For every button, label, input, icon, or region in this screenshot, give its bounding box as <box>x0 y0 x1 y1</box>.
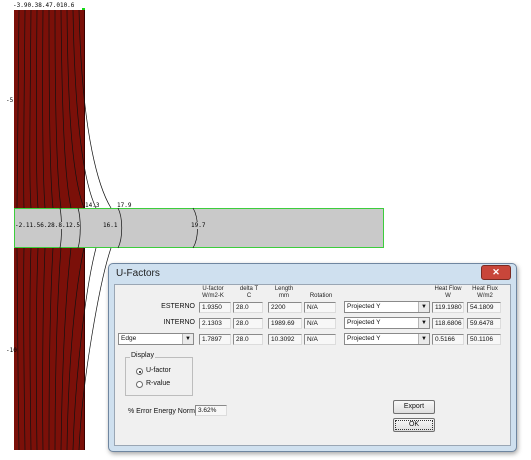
close-button[interactable]: ✕ <box>481 265 511 280</box>
header-rotation: Rotation <box>309 293 333 299</box>
display-group <box>125 357 193 396</box>
chevron-down-icon[interactable]: ▼ <box>418 318 429 328</box>
header-ufactor: U-factor W/m2-K <box>202 286 224 299</box>
length-value: 1989.69 <box>268 318 302 329</box>
slab-isotherm-label-b: 19.7 <box>191 222 206 229</box>
projection-select[interactable]: Projected Y ▼ <box>344 301 430 313</box>
row-label-esterno: ESTERNO <box>161 303 195 310</box>
heat-flow-value: 0.5166 <box>432 334 464 345</box>
header-delta-t: delta TC <box>239 286 259 299</box>
isotherm-label-above-b: 17.9 <box>117 202 132 209</box>
heat-flux-value: 54.1809 <box>467 302 501 313</box>
chevron-down-icon[interactable]: ▼ <box>182 334 193 344</box>
chevron-down-icon[interactable]: ▼ <box>418 302 429 312</box>
isotherm-label-above-a: 14.3 <box>85 202 100 209</box>
projection-value: Projected Y <box>347 303 381 310</box>
header-length: Length mm <box>274 286 294 299</box>
header-heat-flow: Heat Flow W <box>434 286 462 299</box>
error-energy-norm-label: % Error Energy Norm <box>128 408 195 415</box>
projection-select[interactable]: Projected Y ▼ <box>344 333 430 345</box>
edge-tag-value: Edge <box>121 335 137 342</box>
export-button[interactable]: Export <box>393 400 435 414</box>
ok-button[interactable]: OK <box>393 418 435 432</box>
axis-label: -5 <box>6 97 14 104</box>
rotation-value: N/A <box>304 318 336 329</box>
row-label-interno: INTERNO <box>163 319 196 326</box>
axis-label: -10 <box>6 347 17 354</box>
error-energy-norm-value: 3.62% <box>195 405 227 416</box>
close-icon: ✕ <box>492 267 500 277</box>
dialog-client: U-factor W/m2-K delta TC Length mm Rotatio… <box>114 284 511 446</box>
ufactor-value: 1.9350 <box>199 302 231 313</box>
ufactor-radio[interactable] <box>136 368 143 375</box>
ufactor-radio-label[interactable]: U-factor <box>146 367 171 374</box>
delta-t-value: 28.0 <box>233 334 263 345</box>
dialog-titlebar[interactable]: U-Factors ✕ <box>109 264 516 284</box>
rotation-value: N/A <box>304 334 336 345</box>
ufactor-value: 1.7897 <box>199 334 231 345</box>
rotation-value: N/A <box>304 302 336 313</box>
heat-flow-value: 118.6806 <box>432 318 464 329</box>
slab-isotherm-label-a: 16.1 <box>103 222 118 229</box>
delta-t-value: 28.0 <box>233 302 263 313</box>
chevron-down-icon[interactable]: ▼ <box>418 334 429 344</box>
display-group-label: Display <box>130 352 155 359</box>
slab-isotherm-labels: -2.11.56.28.8.12.5 <box>15 222 81 229</box>
heat-flow-value: 119.1980 <box>432 302 464 313</box>
projection-value: Projected Y <box>347 335 381 342</box>
heat-flux-value: 59.6478 <box>467 318 501 329</box>
rvalue-radio[interactable] <box>136 381 143 388</box>
delta-t-value: 28.0 <box>233 318 263 329</box>
projection-select[interactable]: Projected Y ▼ <box>344 317 430 329</box>
rvalue-radio-label[interactable]: R-value <box>146 380 170 387</box>
header-heat-flux: Heat Flux W/m2 <box>472 286 498 299</box>
edge-tag-select[interactable]: Edge ▼ <box>118 333 194 345</box>
u-factors-dialog: U-Factors ✕ U-factor W/m2-K delta TC Leng… <box>108 263 517 452</box>
projection-value: Projected Y <box>347 319 381 326</box>
length-value: 10.3092 <box>268 334 302 345</box>
heat-flux-value: 50.1106 <box>467 334 501 345</box>
dialog-title: U-Factors <box>116 268 160 279</box>
ufactor-value: 2.1303 <box>199 318 231 329</box>
length-value: 2200 <box>268 302 302 313</box>
